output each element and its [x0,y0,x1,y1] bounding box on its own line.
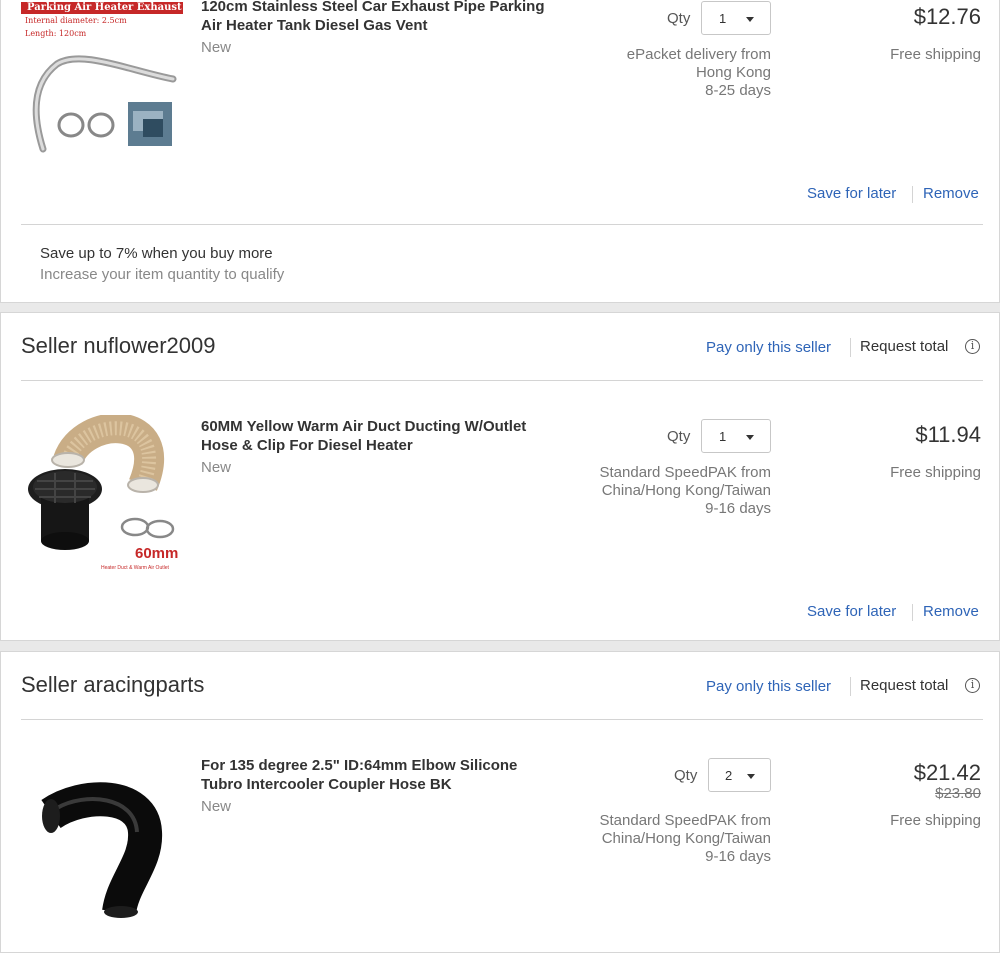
pay-only-this-seller-link[interactable]: Pay only this seller [706,339,831,356]
item-thumbnail-air-duct[interactable]: 60mm Heater Duct & Warm Air Outlet [23,415,188,575]
shipping-days: 9-16 days [705,500,771,517]
qty-dropdown[interactable]: 1 [701,419,771,453]
header-divider [850,338,851,357]
divider [21,719,983,720]
shipping-origin: China/Hong Kong/Taiwan [601,830,771,847]
request-total-label[interactable]: Request total [860,677,948,694]
item-title[interactable]: For 135 degree 2.5" ID:64mm Elbow Silico… [201,757,561,794]
pay-only-this-seller-link[interactable]: Pay only this seller [706,678,831,695]
seller-card-aracingparts: Seller aracingparts Pay only this seller… [0,651,1000,953]
qty-value: 2 [725,768,733,783]
item-thumbnail-silicone-elbow[interactable] [23,752,188,922]
caret-down-icon [746,435,754,440]
shipping-days: 9-16 days [705,848,771,865]
qty-label: Qty [674,767,698,784]
caret-down-icon [747,774,755,779]
save-for-later-link[interactable]: Save for later [807,185,896,202]
seller-name: Seller nuflower2009 [21,333,216,358]
qty-value: 1 [719,429,727,444]
shipping-info: ePacket delivery from Hong Kong 8-25 day… [511,46,771,100]
seller-name: Seller aracingparts [21,672,205,697]
remove-link[interactable]: Remove [923,185,979,202]
request-total-label[interactable]: Request total [860,338,948,355]
item-price: $11.94 [915,422,981,447]
shipping-origin: China/Hong Kong/Taiwan [601,482,771,499]
shipping-cost: Free shipping [890,812,981,829]
shipping-info: Standard SpeedPAK from China/Hong Kong/T… [511,812,772,866]
item-title[interactable]: 120cm Stainless Steel Car Exhaust Pipe P… [201,0,561,35]
info-icon[interactable]: i [965,339,980,354]
exhaust-pipe-illustration [32,55,177,153]
item-price: $21.42 [913,760,981,785]
volume-discount-hint: Increase your item quantity to qualify [40,266,285,283]
shipping-cost: Free shipping [890,46,981,63]
qty-dropdown[interactable]: 1 [701,1,771,35]
item-title[interactable]: 60MM Yellow Warm Air Duct Ducting W/Outl… [201,418,561,455]
caret-down-icon [746,17,754,22]
divider [21,224,983,225]
image-caption-text: Heater Duct & Warm Air Outlet [101,565,169,571]
shipping-days: 8-25 days [705,82,771,99]
remove-link[interactable]: Remove [923,603,979,620]
divider [21,380,983,381]
qty-dropdown[interactable]: 2 [708,758,771,792]
item-condition: New [201,459,232,476]
original-price: $23.80 [935,785,981,802]
qty-label: Qty [667,428,691,445]
shipping-cost: Free shipping [890,464,981,481]
shipping-method: Standard SpeedPAK from [599,464,772,481]
link-divider [912,604,913,621]
item-thumbnail-exhaust-pipe[interactable]: Parking Air Heater Exhaust Pipe Internal… [21,0,186,159]
link-divider [912,186,913,203]
save-for-later-link[interactable]: Save for later [807,603,896,620]
shipping-info: Standard SpeedPAK from China/Hong Kong/T… [511,464,772,518]
shipping-method: ePacket delivery from [626,46,771,63]
seller-card-nuflower2009: Seller nuflower2009 Pay only this seller… [0,312,1000,641]
qty-value: 1 [719,11,727,26]
item-condition: New [201,798,232,815]
volume-discount-promo: Save up to 7% when you buy more [40,245,273,262]
item-price: $12.76 [913,4,981,29]
qty-label: Qty [667,10,691,27]
item-condition: New [201,39,232,56]
image-size-text: 60mm [135,545,179,562]
info-icon[interactable]: i [965,678,980,693]
shipping-method: Standard SpeedPAK from [599,812,772,829]
cart-item-card-1: Parking Air Heater Exhaust Pipe Internal… [0,0,1000,303]
shipping-origin: Hong Kong [695,64,771,81]
header-divider [850,677,851,696]
silicone-elbow-illustration [41,782,163,918]
